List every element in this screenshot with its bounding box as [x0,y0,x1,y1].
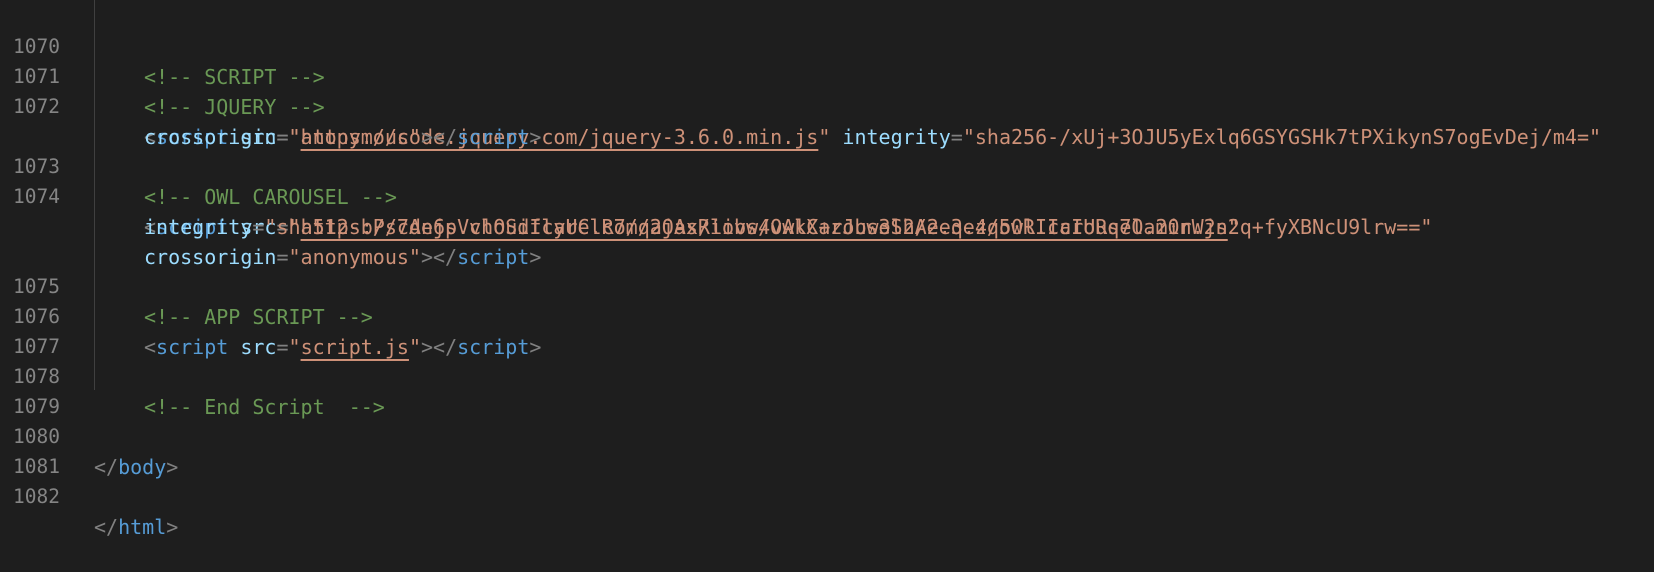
code-line[interactable]: 1080 </body> [0,392,1654,479]
code-line[interactable]: 1071 <!-- JQUERY --> [0,32,1654,119]
code-line-wrap[interactable]: crossorigin="anonymous"></script> [0,212,1654,269]
code-line-wrap[interactable]: crossorigin="anonymous"></script> [0,92,1654,149]
code-line[interactable]: 1078 <!-- End Script --> [0,332,1654,419]
code-line[interactable]: 1073 <!-- OWL CAROUSEL --> [0,122,1654,209]
code-editor[interactable]: 1070 <!-- SCRIPT --> 1071 <!-- JQUERY --… [0,0,1654,539]
code-line[interactable]: 1082 </html> [0,452,1654,539]
line-number: 1082 [13,485,60,508]
code-line[interactable]: 1079 [0,362,1654,418]
code-line[interactable]: 1074 <script src="https://cdnjs.cloudfla… [0,152,1654,239]
closing-tag: </html> [94,515,179,539]
tag-name: html [118,515,167,539]
code-line[interactable]: 1081 [0,422,1654,478]
code-line[interactable]: 1070 <!-- SCRIPT --> [0,2,1654,89]
code-line-wrap[interactable]: integrity="sha512-bPs7Ae6pVvhOSiIcyUClR7… [0,182,1654,239]
code-line[interactable]: 1077 [0,302,1654,358]
code-line[interactable]: 1075 <!-- APP SCRIPT --> [0,242,1654,329]
code-line[interactable]: 1076 <script src="script.js"></script> [0,272,1654,359]
code-line[interactable]: 1072 <script src="https://code.jquery.co… [0,62,1654,149]
